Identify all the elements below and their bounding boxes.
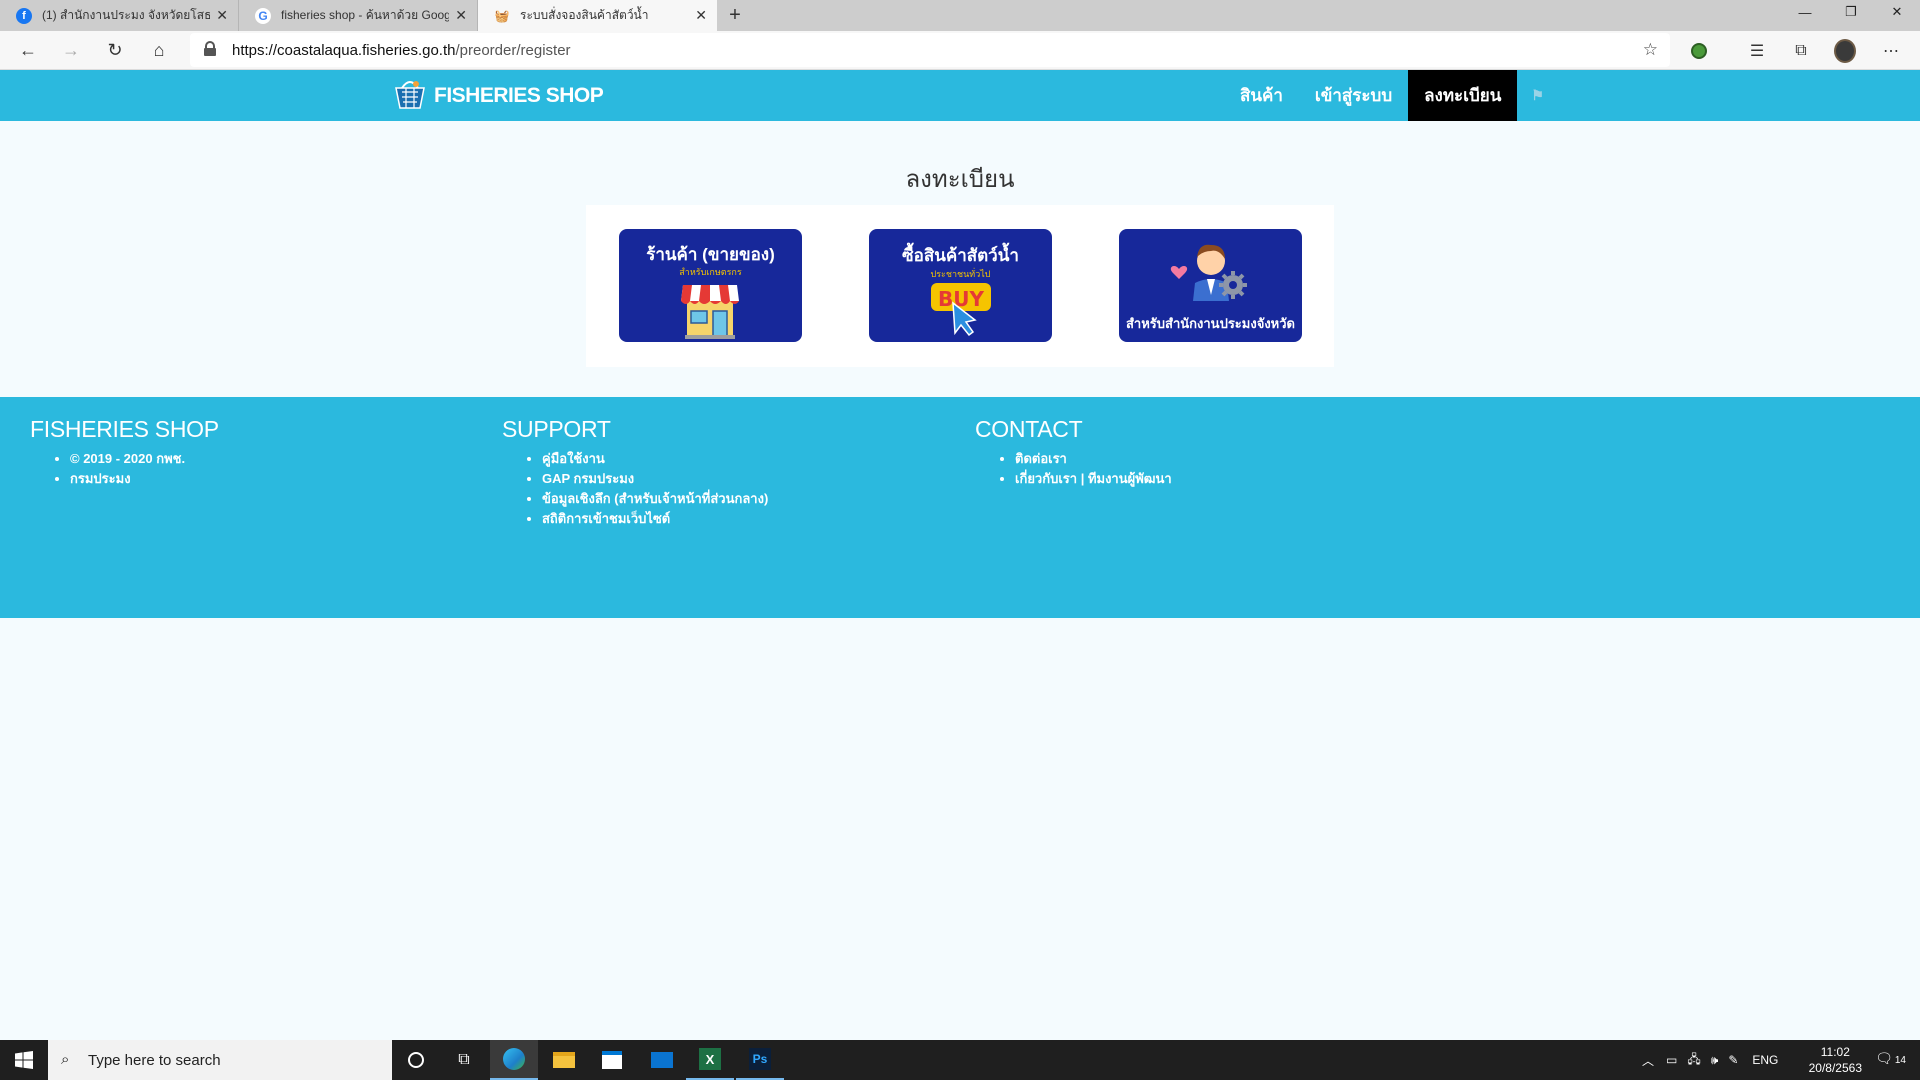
storefront-icon: [681, 285, 739, 339]
photoshop-icon[interactable]: Ps: [736, 1040, 784, 1080]
forward-arrow-icon[interactable]: →: [60, 39, 82, 61]
collections-icon[interactable]: ⧉: [1790, 40, 1812, 62]
main-nav: สินค้า เข้าสู่ระบบ ลงทะเบียน ⚑: [1224, 70, 1558, 121]
show-hidden-icons-icon[interactable]: ︿: [1642, 1052, 1654, 1069]
nav-products[interactable]: สินค้า: [1224, 70, 1299, 121]
browser-toolbar: ← → ↻ ⌂ https://coastalaqua.fisheries.go…: [0, 31, 1920, 70]
card-subtitle: สำหรับเกษตรกร: [679, 267, 742, 277]
search-icon: ⌕: [61, 1051, 70, 1068]
card-title: ซื้อสินค้าสัตว์น้ำ: [902, 246, 1019, 265]
card-title: สำหรับสำนักงานประมงจังหวัด: [1126, 316, 1295, 331]
tab-label: ระบบสั่งจองสินค้าสัตว์น้ำ: [520, 8, 649, 22]
profile-avatar[interactable]: [1834, 39, 1856, 63]
taskbar-clock[interactable]: 11:02 20/8/2563: [1809, 1044, 1862, 1076]
browser-tab-active[interactable]: 🧺 ระบบสั่งจองสินค้าสัตว์น้ำ ✕: [478, 0, 717, 31]
close-tab-icon[interactable]: ✕: [216, 7, 228, 24]
browser-tab[interactable]: f (1) สำนักงานประมง จังหวัดยโสธร | Fa ✕: [0, 0, 239, 31]
card-title: ร้านค้า (ขายของ): [646, 245, 775, 264]
battery-icon[interactable]: ▭: [1666, 1053, 1677, 1067]
footer-link[interactable]: GAP กรมประมง: [542, 469, 768, 489]
site-footer: FISHERIES SHOP © 2019 - 2020 กพช. กรมประ…: [0, 397, 1920, 618]
officer-gear-icon: [1170, 244, 1247, 301]
footer-column-about: FISHERIES SHOP © 2019 - 2020 กพช. กรมประ…: [30, 416, 219, 489]
pen-icon[interactable]: ✎: [1728, 1053, 1738, 1067]
favorites-list-icon[interactable]: ☰: [1746, 40, 1768, 62]
site-logo[interactable]: FISHERIES SHOP: [392, 78, 604, 114]
footer-link[interactable]: ติดต่อเรา: [1015, 449, 1172, 469]
footer-link[interactable]: สถิติการเข้าชมเว็บไซต์: [542, 509, 768, 529]
excel-icon[interactable]: X: [686, 1040, 734, 1080]
register-shop-card[interactable]: ร้านค้า (ขายของ) สำหรับเกษตรกร: [619, 229, 802, 342]
flag-icon[interactable]: ⚑: [1517, 70, 1558, 121]
close-tab-icon[interactable]: ✕: [695, 7, 707, 24]
cortana-icon[interactable]: [392, 1040, 440, 1080]
brand-name: FISHERIES SHOP: [434, 84, 604, 107]
tab-label: fisheries shop - ค้นหาด้วย Google: [281, 8, 450, 22]
nav-login[interactable]: เข้าสู่ระบบ: [1299, 70, 1408, 121]
nav-register[interactable]: ลงทะเบียน: [1408, 70, 1518, 121]
windows-start-icon[interactable]: [0, 1040, 48, 1080]
browser-tab-bar: f (1) สำนักงานประมง จังหวัดยโสธร | Fa ✕ …: [0, 0, 1920, 31]
notification-center-icon[interactable]: 🗨 14: [1875, 1050, 1906, 1067]
shopping-basket-icon: [395, 81, 425, 109]
footer-link[interactable]: กรมประมง: [70, 469, 219, 489]
footer-heading: CONTACT: [975, 416, 1083, 442]
edge-browser-icon[interactable]: [490, 1040, 538, 1080]
url-host: https://coastalaqua.fisheries.go.th: [232, 41, 456, 59]
facebook-icon: f: [16, 7, 32, 24]
back-arrow-icon[interactable]: ←: [17, 39, 39, 61]
footer-link[interactable]: เกี่ยวกับเรา | ทีมงานผู้พัฒนา: [1015, 469, 1172, 489]
mail-icon[interactable]: [638, 1040, 686, 1080]
register-buyer-card[interactable]: ซื้อสินค้าสัตว์น้ำ ประชาชนทั่วไป BUY: [869, 229, 1052, 342]
google-icon: G: [255, 7, 271, 24]
task-view-icon[interactable]: ⧉: [440, 1040, 488, 1080]
extension-icon[interactable]: [1688, 40, 1710, 62]
home-icon[interactable]: ⌂: [148, 39, 170, 61]
browser-tab[interactable]: G fisheries shop - ค้นหาด้วย Google ✕: [239, 0, 478, 31]
buy-cursor-icon: BUY: [931, 283, 991, 337]
footer-heading: SUPPORT: [502, 416, 611, 442]
refresh-icon[interactable]: ↻: [104, 39, 126, 61]
minimize-icon[interactable]: —: [1782, 0, 1828, 24]
lock-icon: [204, 41, 216, 57]
footer-link[interactable]: คู่มือใช้งาน: [542, 449, 768, 469]
footer-heading: FISHERIES SHOP: [30, 416, 219, 442]
footer-link[interactable]: ข้อมูลเชิงลึก (สำหรับเจ้าหน้าที่ส่วนกลาง…: [542, 489, 768, 509]
more-menu-icon[interactable]: ⋯: [1880, 40, 1902, 62]
language-indicator[interactable]: ENG: [1752, 1053, 1778, 1067]
new-tab-button[interactable]: +: [717, 0, 753, 31]
address-bar[interactable]: https://coastalaqua.fisheries.go.th/preo…: [190, 33, 1670, 67]
notification-count: 14: [1894, 1055, 1906, 1066]
windows-taskbar: ⌕ Type here to search ⧉ X Ps ︿ ▭ 🖧 🕪 ✎ E…: [0, 1040, 1920, 1080]
clock-date: 20/8/2563: [1808, 1061, 1862, 1075]
buy-badge: BUY: [938, 287, 984, 311]
close-window-icon[interactable]: ✕: [1874, 0, 1920, 24]
clock-time: 11:02: [1820, 1045, 1850, 1059]
network-icon[interactable]: 🖧: [1687, 1050, 1700, 1071]
site-header: FISHERIES SHOP สินค้า เข้าสู่ระบบ ลงทะเบ…: [0, 70, 1920, 121]
store-icon[interactable]: [588, 1040, 636, 1080]
register-office-card[interactable]: สำหรับสำนักงานประมงจังหวัด: [1119, 229, 1302, 342]
page-title: ลงทะเบียน: [905, 166, 1015, 193]
restore-icon[interactable]: ❐: [1828, 0, 1874, 24]
footer-column-contact: CONTACT ติดต่อเรา เกี่ยวกับเรา | ทีมงานผ…: [975, 416, 1172, 489]
search-placeholder: Type here to search: [88, 1051, 221, 1069]
shop-basket-icon: 🧺: [494, 8, 510, 23]
favorite-star-icon[interactable]: ☆: [1643, 40, 1658, 60]
footer-copyright: © 2019 - 2020 กพช.: [70, 449, 219, 469]
system-tray: ︿ ▭ 🖧 🕪 ✎ ENG: [1642, 1040, 1778, 1080]
card-subtitle: ประชาชนทั่วไป: [930, 269, 991, 279]
taskbar-search-input[interactable]: ⌕ Type here to search: [48, 1040, 392, 1080]
window-controls: — ❐ ✕: [1782, 0, 1920, 24]
register-options-panel: ร้านค้า (ขายของ) สำหรับเกษตรกร ซื้อสินค้…: [586, 205, 1334, 367]
tab-label: (1) สำนักงานประมง จังหวัดยโสธร | Fa: [42, 8, 211, 22]
url-path: /preorder/register: [455, 41, 571, 59]
close-tab-icon[interactable]: ✕: [455, 7, 467, 24]
volume-icon[interactable]: 🕪: [1711, 1053, 1719, 1068]
file-explorer-icon[interactable]: [540, 1040, 588, 1080]
footer-column-support: SUPPORT คู่มือใช้งาน GAP กรมประมง ข้อมูล…: [502, 416, 768, 529]
